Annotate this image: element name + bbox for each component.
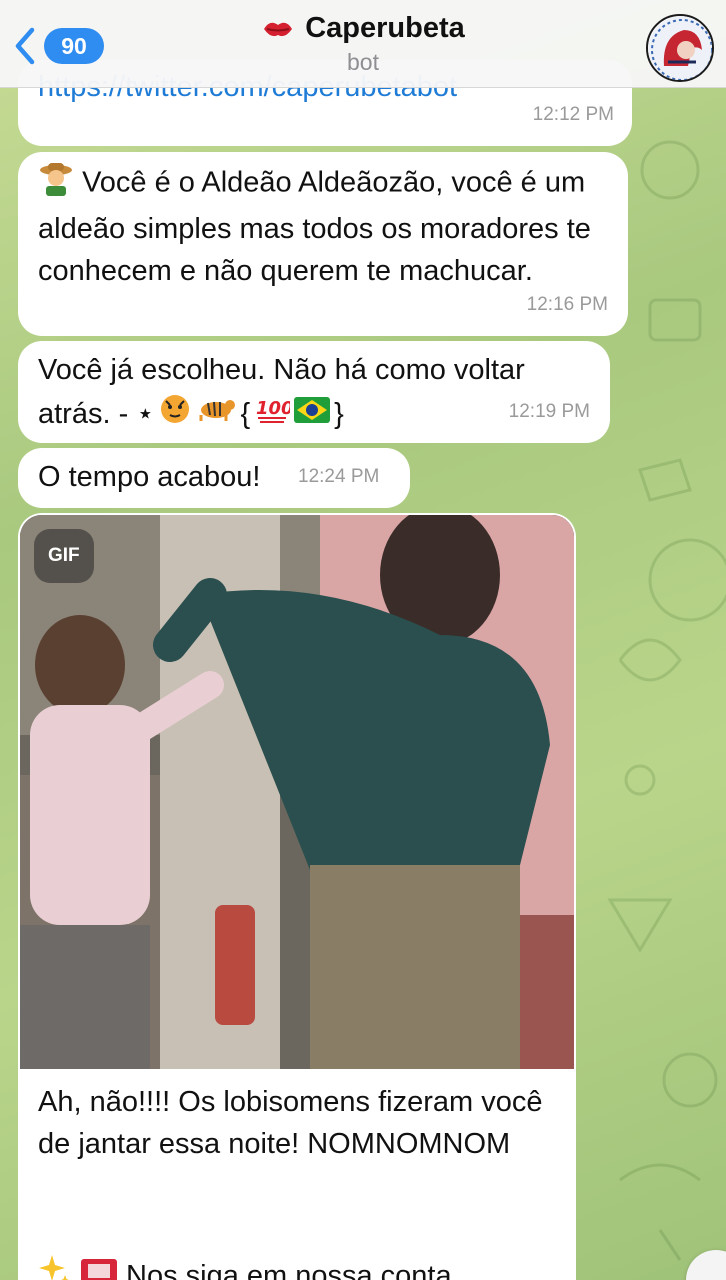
brazil-flag-emoji	[294, 393, 331, 435]
follow-text: Nos siga em nossa conta	[126, 1260, 452, 1280]
message-time: 12:16 PM	[526, 294, 608, 315]
message-bubble: Você é o Aldeão Aldeãozão, você é um ald…	[18, 152, 628, 336]
farmer-emoji	[38, 160, 74, 208]
admission-ticket-emoji	[80, 1255, 118, 1280]
message-time: 12:24 PM	[298, 466, 380, 487]
gif-label: GIF	[34, 529, 94, 583]
message-text: Você é o Aldeão Aldeãozão, você é um ald…	[38, 166, 591, 287]
brace-open: {	[240, 398, 251, 430]
brace-close: }	[334, 398, 344, 430]
tiger-emoji	[196, 393, 236, 435]
gif-image	[20, 515, 574, 1069]
follow-line: Nos siga em nossa conta	[38, 1253, 558, 1280]
chat-header: 90 Caperubeta bot	[0, 0, 726, 88]
chat-subtitle: bot	[347, 48, 379, 75]
message-text-line1: Você já escolheu. Não há como voltar	[38, 354, 525, 386]
message-bubble: Você já escolheu. Não há como voltar atr…	[18, 341, 610, 443]
sparkles-emoji	[38, 1253, 72, 1280]
gif-caption: Ah, não!!!! Os lobisomens fizeram você d…	[38, 1086, 543, 1160]
message-bubble: O tempo acabou! 12:24 PM	[18, 448, 410, 508]
avatar[interactable]	[646, 14, 714, 82]
scroll-down-button[interactable]	[686, 1250, 726, 1280]
message-text: O tempo acabou!	[38, 461, 261, 493]
kiss-mark-icon	[264, 22, 293, 36]
message-text-line2: atrás. - ⋆	[38, 398, 155, 430]
gif-media[interactable]: GIF	[20, 515, 574, 1069]
hundred-points-emoji: 100	[254, 392, 294, 436]
svg-text:100: 100	[256, 398, 290, 419]
tiger-face-emoji	[158, 391, 192, 437]
message-time: 12:19 PM	[508, 401, 590, 422]
chat-title-area[interactable]: Caperubeta bot	[0, 12, 726, 76]
message-time: 12:12 PM	[532, 104, 614, 125]
chat-title: Caperubeta	[305, 12, 465, 44]
gif-message-bubble: GIF Ah, não!!!! Os lobisomens fizeram vo…	[18, 513, 576, 1280]
